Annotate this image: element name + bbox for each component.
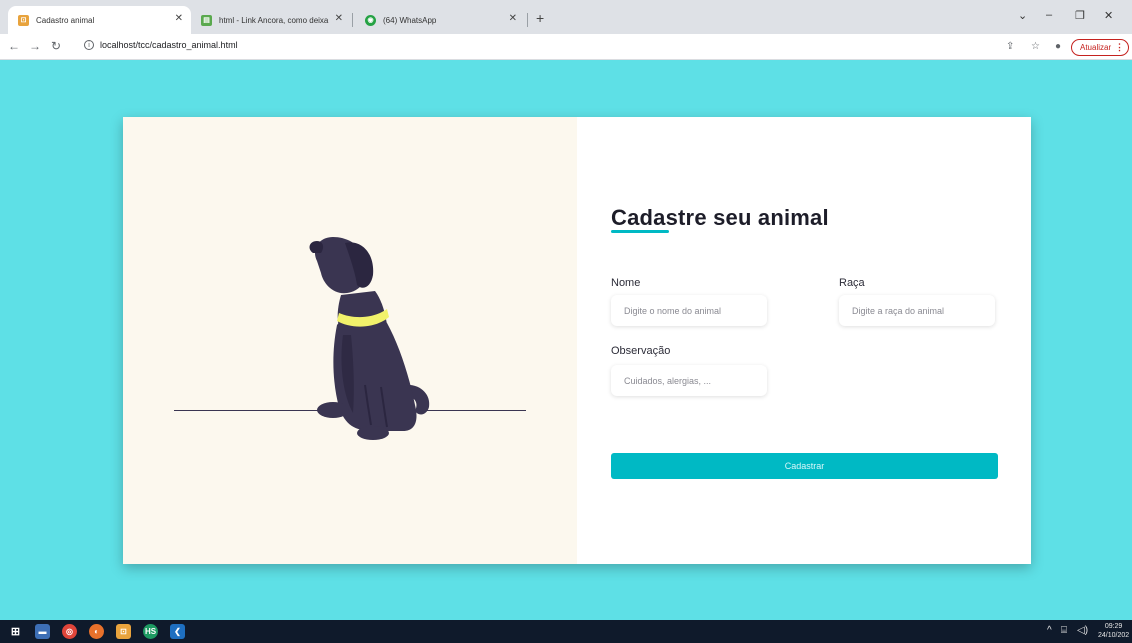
tray-chevron-icon[interactable]: ^ — [1047, 625, 1052, 636]
illustration-panel — [123, 117, 577, 564]
update-button-label: Atualizar — [1080, 43, 1112, 52]
browser-tab-bar: ⊡ Cadastro animal ✕ ▤ html - Link Ancora… — [0, 0, 1132, 34]
minimize-icon[interactable]: – — [1046, 9, 1052, 21]
tab-title: html - Link Ancora, como deixa — [219, 15, 329, 25]
back-arrow-icon[interactable]: ← — [8, 39, 20, 53]
file-explorer-icon[interactable]: ▬ — [35, 624, 50, 639]
observacao-label: Observação — [611, 345, 671, 357]
registration-card: Cadastre seu animal Nome Raça Observação… — [123, 117, 1031, 564]
form-title: Cadastre seu animal — [611, 205, 829, 230]
form-panel: Cadastre seu animal Nome Raça Observação… — [577, 117, 1031, 564]
tab-title: (64) WhatsApp — [383, 15, 437, 25]
menu-kebab-icon: ⋮ — [1115, 42, 1124, 52]
clock-time: 09:29 — [1104, 623, 1123, 630]
system-clock[interactable]: 09:29 24/10/202 — [1098, 622, 1129, 640]
firefox-icon[interactable]: ◐ — [89, 624, 104, 639]
stackoverflow-favicon-icon: ▤ — [201, 14, 212, 26]
dog-illustration — [309, 237, 430, 440]
tab-close-icon[interactable]: ✕ — [509, 13, 517, 24]
new-tab-plus-icon[interactable]: + — [536, 10, 544, 26]
tab-separator — [527, 13, 528, 27]
raca-input[interactable] — [839, 295, 995, 326]
vscode-icon[interactable]: ❮ — [170, 624, 185, 639]
xampp-icon[interactable]: ⊡ — [116, 624, 131, 639]
address-bar: ← → ↻ i localhost/tcc/cadastro_animal.ht… — [0, 34, 1132, 60]
reload-icon[interactable]: ↻ — [51, 39, 61, 53]
site-info-icon[interactable]: i — [84, 40, 94, 50]
close-window-icon[interactable]: ✕ — [1104, 9, 1113, 22]
chrome-icon[interactable]: ◎ — [62, 624, 77, 639]
cadastrar-button[interactable]: Cadastrar — [611, 453, 998, 479]
volume-icon[interactable]: ◁) — [1077, 625, 1088, 636]
tab-cadastro-animal[interactable]: ⊡ Cadastro animal ✕ — [8, 6, 191, 34]
observacao-input[interactable] — [611, 365, 767, 396]
bookmark-star-icon[interactable]: ☆ — [1031, 41, 1040, 52]
tab-search-chevron-icon[interactable]: ⌄ — [1018, 9, 1027, 22]
url-text: localhost/tcc/cadastro_animal.html — [100, 40, 238, 50]
windows-start-icon[interactable]: ⊞ — [8, 624, 23, 639]
page-favicon-icon: ⊡ — [18, 14, 29, 26]
tab-separator — [352, 13, 353, 27]
restore-icon[interactable]: ❐ — [1075, 9, 1085, 22]
raca-label: Raça — [839, 277, 865, 289]
share-icon[interactable]: ⇪ — [1006, 41, 1014, 52]
nome-input[interactable] — [611, 295, 767, 326]
tab-close-icon[interactable]: ✕ — [335, 13, 343, 24]
heidisql-icon[interactable]: HS — [143, 624, 158, 639]
windows-taskbar: ⊞ ▬ ◎ ◐ ⊡ HS ❮ ^ ⌸ ◁) 09:29 24/10/202 — [0, 620, 1132, 643]
update-browser-button[interactable]: Atualizar ⋮ — [1071, 39, 1129, 56]
nome-label: Nome — [611, 277, 641, 289]
title-underline-accent — [611, 230, 669, 233]
clock-date: 24/10/202 — [1098, 632, 1130, 639]
tab-html-link-ancora[interactable]: ▤ html - Link Ancora, como deixa ✕ — [191, 6, 351, 34]
tab-title: Cadastro animal — [36, 15, 95, 25]
forward-arrow-icon[interactable]: → — [29, 39, 41, 53]
tab-whatsapp[interactable]: ◉ (64) WhatsApp ✕ — [355, 6, 525, 34]
whatsapp-favicon-icon: ◉ — [365, 14, 376, 26]
tab-close-icon[interactable]: ✕ — [175, 13, 183, 24]
url-field[interactable]: i localhost/tcc/cadastro_animal.html — [84, 40, 238, 50]
profile-avatar-icon[interactable]: ● — [1055, 41, 1061, 52]
network-icon[interactable]: ⌸ — [1061, 625, 1067, 636]
